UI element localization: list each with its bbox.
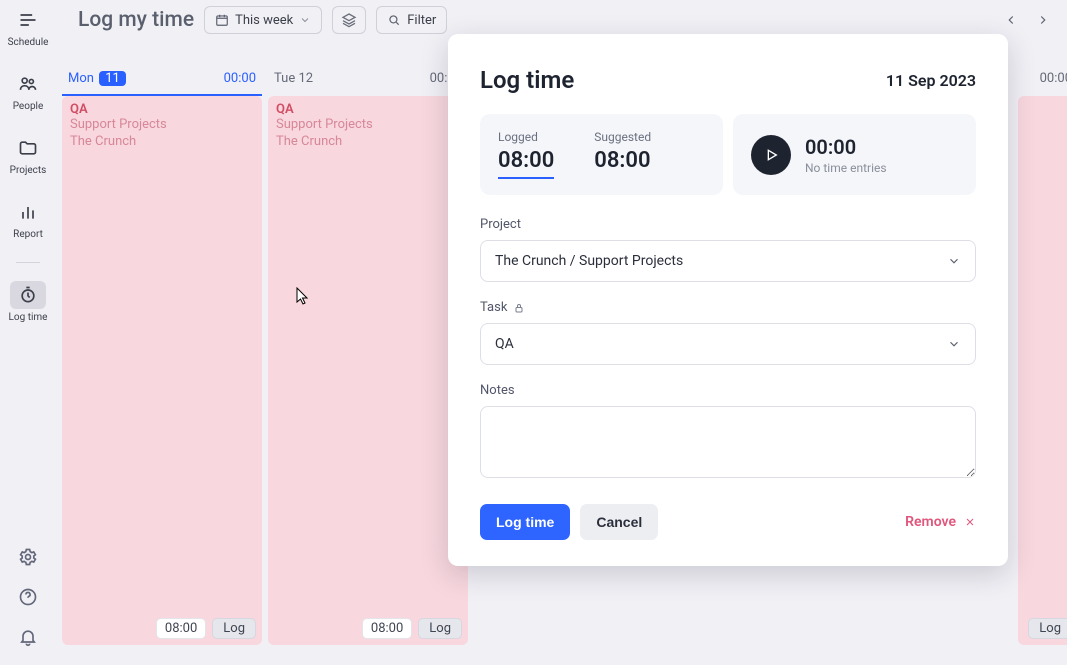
cancel-button[interactable]: Cancel: [580, 504, 658, 540]
chevron-down-icon: [947, 254, 961, 268]
day-date: 12: [298, 71, 313, 86]
sidebar: Schedule People Projects Report: [0, 0, 56, 665]
time-block[interactable]: Log: [1018, 96, 1067, 645]
nav-report[interactable]: Report: [4, 198, 52, 240]
task-label: Task: [480, 300, 507, 315]
nav-label: Schedule: [8, 37, 49, 48]
nav-projects[interactable]: Projects: [4, 134, 52, 176]
prev-week-button[interactable]: [999, 8, 1023, 32]
bell-icon[interactable]: [18, 627, 38, 647]
divider: [16, 262, 40, 263]
play-button[interactable]: [751, 135, 791, 175]
chevron-down-icon: [299, 14, 311, 26]
block-log-button[interactable]: Log: [418, 618, 462, 639]
day-header[interactable]: Tue 12 00:00: [268, 62, 468, 94]
day-name: Mon: [68, 71, 94, 86]
filter-label: Filter: [407, 13, 436, 28]
remove-button[interactable]: Remove: [905, 514, 976, 530]
task-value: QA: [495, 336, 514, 352]
notes-label: Notes: [480, 383, 976, 398]
chart-bar-icon: [18, 202, 38, 222]
logged-value[interactable]: 08:00: [498, 148, 554, 179]
filter-icon: [387, 13, 401, 27]
summary-card: Logged 08:00 Suggested 08:00: [480, 114, 723, 195]
block-log-button[interactable]: Log: [1028, 618, 1067, 639]
day-column: Mon 11 00:00 QA Support Projects The Cru…: [62, 62, 262, 645]
nav-schedule[interactable]: Schedule: [4, 6, 52, 48]
range-label: This week: [235, 13, 293, 28]
suggested-label: Suggested: [594, 130, 651, 144]
modal-date: 11 Sep 2023: [886, 71, 976, 90]
day-name: Tue: [274, 71, 295, 86]
people-icon: [18, 74, 38, 94]
project-select[interactable]: The Crunch / Support Projects: [480, 240, 976, 282]
nav-log-time[interactable]: Log time: [4, 281, 52, 323]
log-time-modal: Log time 11 Sep 2023 Logged 08:00 Sugges…: [448, 34, 1008, 566]
remove-label: Remove: [905, 514, 956, 530]
chevron-down-icon: [947, 337, 961, 351]
project-label: Project: [480, 217, 976, 232]
nav-label: Report: [13, 229, 43, 240]
day-column: Tue 12 00:00 QA Support Projects The Cru…: [268, 62, 468, 645]
layers-icon: [341, 12, 357, 28]
block-task: QA: [70, 102, 254, 117]
nav-label: People: [13, 101, 44, 112]
notes-input[interactable]: [480, 406, 976, 478]
calendar-icon: [215, 13, 229, 27]
block-project: Support Projects: [70, 117, 254, 134]
next-week-button[interactable]: [1031, 8, 1055, 32]
folder-icon: [18, 138, 38, 158]
filter-button[interactable]: Filter: [376, 6, 447, 34]
nav-label: Projects: [10, 165, 47, 176]
block-hours: 08:00: [156, 618, 206, 639]
block-client: The Crunch: [70, 134, 254, 151]
block-hours: 08:00: [362, 618, 412, 639]
close-icon: [964, 516, 976, 528]
task-select[interactable]: QA: [480, 323, 976, 365]
play-icon: [763, 147, 779, 163]
block-project: Support Projects: [276, 117, 460, 134]
block-log-button[interactable]: Log: [212, 618, 256, 639]
timer-icon: [18, 285, 38, 305]
day-hours: 00:00: [224, 71, 256, 86]
logged-label: Logged: [498, 130, 554, 144]
layers-button[interactable]: [332, 6, 366, 34]
nav-people[interactable]: People: [4, 70, 52, 112]
block-client: The Crunch: [276, 134, 460, 151]
day-header[interactable]: 00:00: [1018, 62, 1067, 94]
block-task: QA: [276, 102, 460, 117]
day-column: 00:00 Log: [1018, 62, 1067, 645]
time-block[interactable]: QA Support Projects The Crunch 08:00 Log: [62, 96, 262, 645]
timer-value: 00:00: [805, 135, 887, 159]
timer-card: 00:00 No time entries: [733, 114, 976, 195]
log-time-button[interactable]: Log time: [480, 504, 570, 540]
day-hours: 00:00: [1040, 71, 1067, 86]
timeline-icon: [18, 10, 38, 30]
lock-icon: [513, 302, 525, 314]
time-block[interactable]: QA Support Projects The Crunch 08:00 Log: [268, 96, 468, 645]
project-value: The Crunch / Support Projects: [495, 253, 683, 269]
settings-icon[interactable]: [18, 547, 38, 567]
range-selector[interactable]: This week: [204, 6, 322, 34]
help-icon[interactable]: [18, 587, 38, 607]
nav-label: Log time: [9, 312, 48, 323]
modal-title: Log time: [480, 66, 574, 94]
timer-sub: No time entries: [805, 161, 887, 175]
day-date: 11: [99, 71, 126, 86]
day-header[interactable]: Mon 11 00:00: [62, 62, 262, 94]
page-title: Log my time: [78, 8, 194, 32]
suggested-value: 08:00: [594, 148, 651, 173]
